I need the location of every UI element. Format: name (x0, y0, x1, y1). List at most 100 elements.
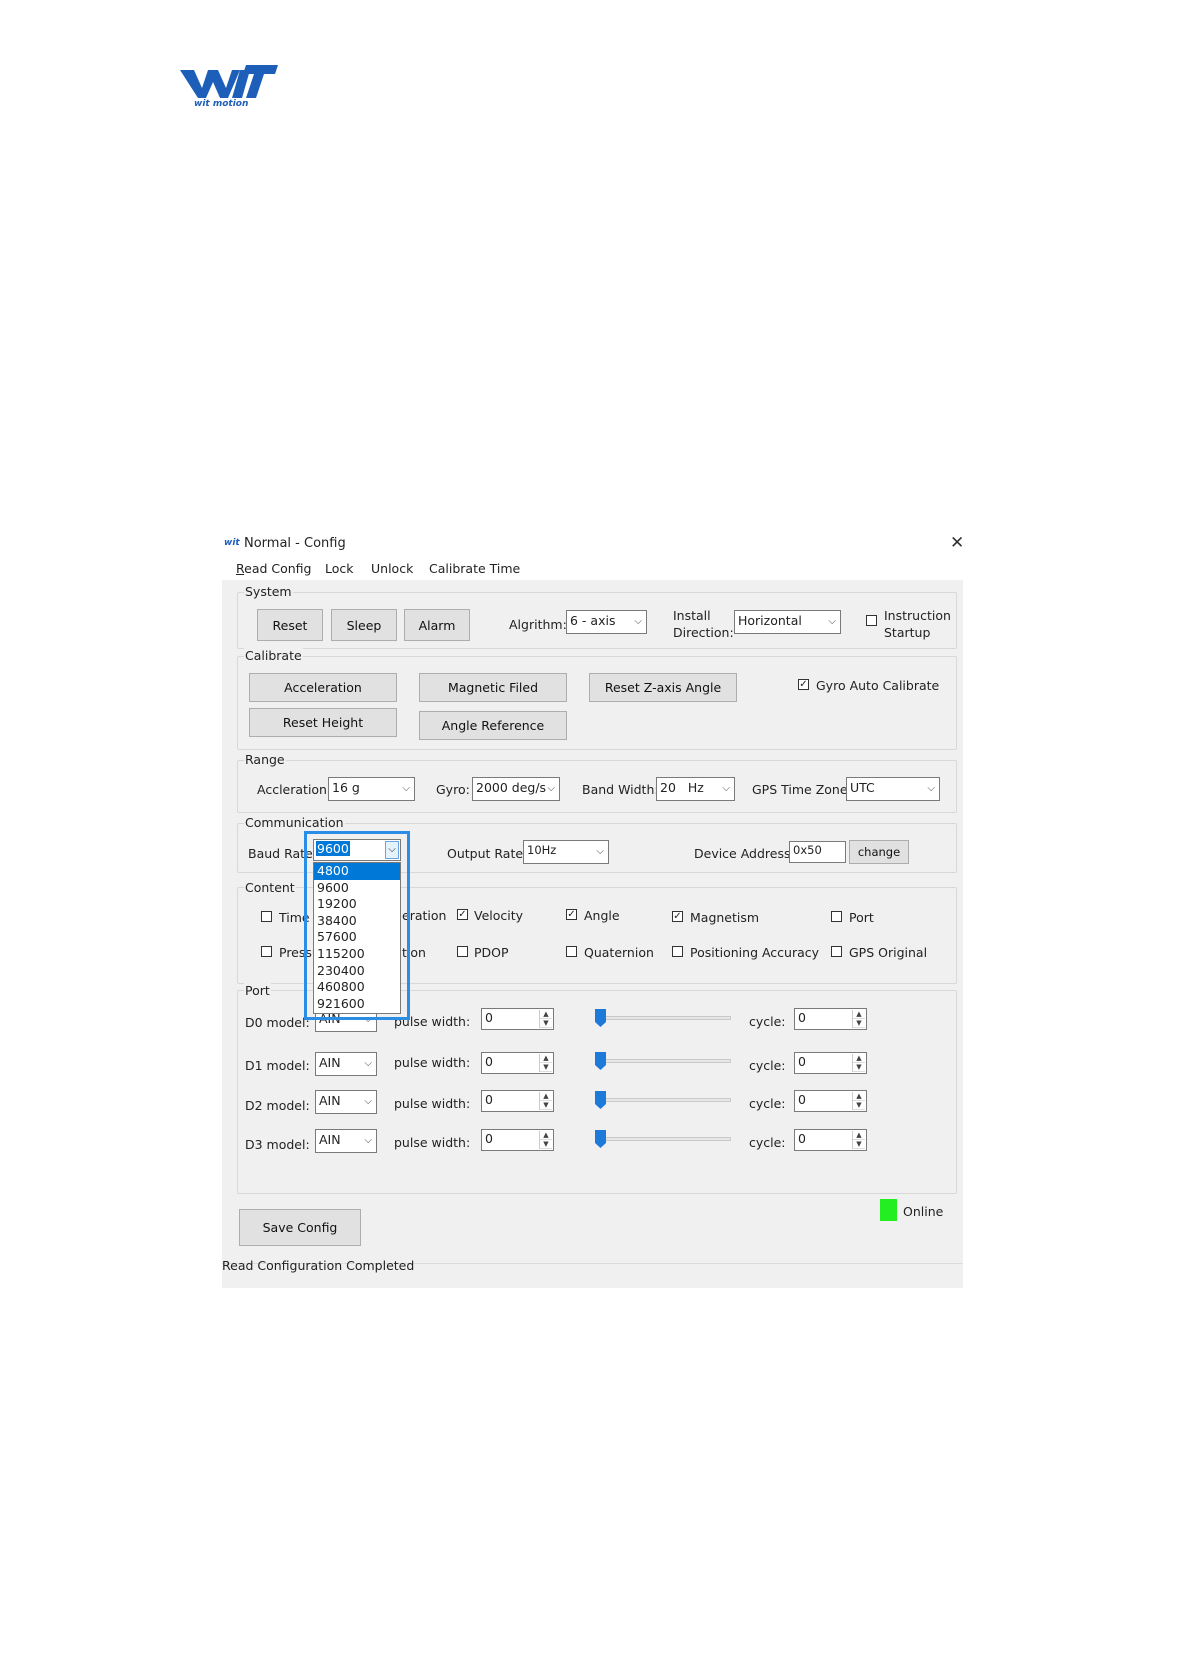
port-d3-cycle-input[interactable]: 0 ▲ ▼ (794, 1129, 867, 1151)
port-d0-cycle-label: cycle: (749, 1014, 786, 1029)
sleep-button[interactable]: Sleep (331, 609, 397, 641)
port-d3-label: D3 model: (245, 1137, 310, 1152)
content-checkbox-pressure[interactable] (261, 946, 272, 957)
baud-option[interactable]: 921600 (314, 996, 400, 1013)
content-checkbox-time[interactable] (261, 911, 272, 922)
port-d1-cycle-input[interactable]: 0 ▲ ▼ (794, 1052, 867, 1074)
change-address-button[interactable]: change (849, 840, 909, 864)
content-checkbox-angle[interactable]: ✓ (566, 909, 577, 920)
port-d1-pulse-input[interactable]: 0 ▲ ▼ (481, 1052, 554, 1074)
reset-button[interactable]: Reset (257, 609, 323, 641)
reset-z-axis-button[interactable]: Reset Z-axis Angle (589, 673, 737, 702)
chevron-down-icon: ⌵ (596, 845, 604, 857)
device-address-label: Device Address: (694, 846, 795, 861)
install-direction-select[interactable]: Horizontal ⌵ (734, 610, 841, 634)
menu-lock[interactable]: Lock (325, 561, 354, 576)
baud-option[interactable]: 115200 (314, 946, 400, 963)
save-config-button[interactable]: Save Config (239, 1209, 361, 1246)
port-d2-pulse-value: 0 (485, 1092, 493, 1107)
content-checkbox-magnetism[interactable]: ✓ (672, 911, 683, 922)
alarm-button[interactable]: Alarm (404, 609, 470, 641)
angle-reference-button[interactable]: Angle Reference (419, 711, 567, 740)
algorithm-label: Algrithm: (509, 617, 567, 632)
gyro-range-select[interactable]: 2000 deg/s ⌵ (472, 777, 560, 801)
device-address-input[interactable]: 0x50 (789, 841, 846, 863)
content-checkbox-port[interactable] (831, 911, 842, 922)
gps-time-zone-select[interactable]: UTC ⌵ (846, 777, 940, 801)
spinner-arrows-icon[interactable]: ▲ ▼ (539, 1054, 552, 1072)
port-d2-slider-track[interactable] (595, 1098, 731, 1102)
bandwidth-value: 20 Hz (660, 780, 704, 795)
port-d1-label: D1 model: (245, 1058, 310, 1073)
install-label-2: Direction: (673, 625, 734, 640)
port-d0-cycle-value: 0 (798, 1010, 806, 1025)
acceleration-range-select[interactable]: 16 g ⌵ (328, 777, 415, 801)
spinner-arrows-icon[interactable]: ▲ ▼ (539, 1092, 552, 1110)
port-d3-cycle-label: cycle: (749, 1135, 786, 1150)
port-d0-slider-track[interactable] (595, 1016, 731, 1020)
port-title: Port (244, 983, 271, 998)
port-d2-mode-select[interactable]: AIN ⌵ (315, 1090, 377, 1114)
algorithm-select[interactable]: 6 - axis ⌵ (566, 610, 647, 634)
port-d3-slider-track[interactable] (595, 1137, 731, 1141)
port-d2-cycle-input[interactable]: 0 ▲ ▼ (794, 1090, 867, 1112)
close-icon[interactable]: ✕ (950, 533, 964, 553)
spinner-arrows-icon[interactable]: ▲ ▼ (852, 1054, 865, 1072)
content-checkbox-quaternion[interactable] (566, 946, 577, 957)
menu-unlock[interactable]: Unlock (371, 561, 413, 576)
gps-time-zone-label: GPS Time Zone: (752, 782, 852, 797)
baud-rate-select[interactable]: 9600 ⌵ (313, 839, 401, 861)
content-checkbox-gps-original[interactable] (831, 946, 842, 957)
port-d1-slider-track[interactable] (595, 1059, 731, 1063)
content-checkbox-pdop[interactable] (457, 946, 468, 957)
baud-option[interactable]: 57600 (314, 929, 400, 946)
port-d2-cycle-label: cycle: (749, 1096, 786, 1111)
port-d2-pulse-input[interactable]: 0 ▲ ▼ (481, 1090, 554, 1112)
content-checkbox-positioning-accuracy[interactable] (672, 946, 683, 957)
port-d3-mode-select[interactable]: AIN ⌵ (315, 1129, 377, 1153)
spinner-arrows-icon[interactable]: ▲ ▼ (852, 1131, 865, 1149)
port-d0-cycle-input[interactable]: 0 ▲ ▼ (794, 1008, 867, 1030)
chevron-down-icon[interactable]: ⌵ (385, 841, 399, 859)
gyro-auto-calibrate-checkbox[interactable]: ✓ (798, 679, 809, 690)
logo-tagline: wit motion (194, 99, 248, 108)
acceleration-calibrate-button[interactable]: Acceleration (249, 673, 397, 702)
online-label: Online (903, 1204, 944, 1219)
chevron-down-icon: ⌵ (722, 782, 730, 794)
baud-option[interactable]: 4800 (314, 863, 400, 880)
output-rate-value: 10Hz (527, 843, 557, 857)
baud-option[interactable]: 38400 (314, 913, 400, 930)
reset-height-button[interactable]: Reset Height (249, 708, 397, 737)
port-d0-pulse-value: 0 (485, 1010, 493, 1025)
port-d3-pulse-input[interactable]: 0 ▲ ▼ (481, 1129, 554, 1151)
baud-option[interactable]: 230400 (314, 963, 400, 980)
content-checkbox-velocity[interactable]: ✓ (457, 909, 468, 920)
output-rate-select[interactable]: 10Hz ⌵ (523, 840, 609, 864)
magnetic-calibrate-button[interactable]: Magnetic Filed (419, 673, 567, 702)
spinner-arrows-icon[interactable]: ▲ ▼ (539, 1131, 552, 1149)
instruction-startup-checkbox[interactable] (866, 615, 877, 626)
menu-read-config[interactable]: Read Config (236, 561, 312, 576)
chevron-down-icon: ⌵ (547, 782, 555, 794)
port-d0-pulse-input[interactable]: 0 ▲ ▼ (481, 1008, 554, 1030)
port-d3-pulse-label: pulse width: (394, 1135, 471, 1150)
acceleration-range-label: Accleration: (257, 782, 332, 797)
system-title: System (244, 584, 293, 599)
port-d1-mode-value: AIN (319, 1055, 341, 1070)
window-title: Normal - Config (244, 536, 346, 551)
port-d1-mode-select[interactable]: AIN ⌵ (315, 1052, 377, 1076)
menu-calibrate-time[interactable]: Calibrate Time (429, 561, 520, 576)
baud-option[interactable]: 9600 (314, 880, 400, 897)
gps-time-zone-value: UTC (850, 780, 875, 795)
port-d2-mode-value: AIN (319, 1093, 341, 1108)
baud-option[interactable]: 19200 (314, 896, 400, 913)
instruction-label-1: Instruction (884, 608, 951, 623)
content-label-magnetism: Magnetism (690, 910, 760, 925)
port-d2-label: D2 model: (245, 1098, 310, 1113)
spinner-arrows-icon[interactable]: ▲ ▼ (852, 1092, 865, 1110)
spinner-arrows-icon[interactable]: ▲ ▼ (539, 1010, 552, 1028)
spinner-arrows-icon[interactable]: ▲ ▼ (852, 1010, 865, 1028)
baud-option[interactable]: 460800 (314, 979, 400, 996)
bandwidth-select[interactable]: 20 Hz ⌵ (656, 777, 735, 801)
app-icon: wit (224, 538, 240, 548)
